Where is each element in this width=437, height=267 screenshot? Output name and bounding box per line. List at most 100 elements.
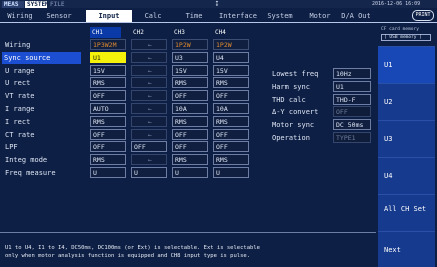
status-bar: MEAS SYSTEM FILE ⭥ 2016-12-06 16:09 [0,0,437,8]
setting-cell[interactable]: 15V [213,65,249,76]
row-label: CT rate [5,131,35,139]
setting-cell[interactable]: ← [131,52,167,63]
usb-memory-label: [ USB memory ] [381,34,431,41]
setting-value[interactable]: DC 50ms [333,119,371,130]
function-key-2[interactable]: U2 [378,83,435,120]
function-key-4[interactable]: U4 [378,157,435,194]
tab-time[interactable]: Time [180,10,208,22]
setting-cell[interactable]: OFF [213,129,249,140]
setting-cell[interactable]: U [172,167,208,178]
row-label: Sync source [2,52,81,64]
setting-cell[interactable]: ← [131,116,167,127]
setting-cell[interactable]: OFF [90,129,126,140]
row-label: U rect [5,79,31,87]
setting-cell[interactable]: 10A [213,103,249,114]
setting-cell[interactable]: 10A [172,103,208,114]
setting-cell[interactable]: RMS [90,77,126,88]
function-key-1[interactable]: U1 [378,46,435,83]
setting-cell[interactable]: ← [131,90,167,101]
setting-cell[interactable]: 1P3W2M [90,39,126,50]
tab-system[interactable]: System [264,10,296,22]
setting-cell[interactable]: AUTO [90,103,126,114]
row-label: Integ mode [5,156,48,164]
datetime: 2016-12-06 16:09 [372,1,421,7]
setting-cell[interactable]: 15V [90,65,126,76]
setting-cell[interactable]: OFF [172,129,208,140]
setting-cell[interactable]: ← [131,39,167,50]
tab-motor[interactable]: Motor [305,10,335,22]
storage-selector[interactable]: CF card memory [ USB memory ] [378,25,435,45]
tab-bar: Wiring Sensor Input Calc Time Interface … [0,9,437,23]
help-line: only when motor analysis function is equ… [5,253,251,259]
channel-header: CH1 [90,27,121,38]
row-label: I range [5,105,35,113]
setting-cell[interactable]: 1P2W [172,39,208,50]
setting-value[interactable]: TYPE1 [333,132,371,143]
setting-cell[interactable]: RMS [90,116,126,127]
setting-cell[interactable]: OFF [213,141,249,152]
setting-cell[interactable]: RMS [172,154,208,165]
usb-icon: ⭥ [215,0,219,8]
setting-cell[interactable]: OFF [131,141,167,152]
tab-wiring[interactable]: Wiring [2,10,38,22]
channel-header: CH3 [174,29,185,36]
setting-cell[interactable]: U [213,167,249,178]
function-key-3[interactable]: U3 [378,120,435,157]
channel-header: CH2 [133,29,144,36]
setting-cell[interactable]: RMS [213,77,249,88]
setting-cell[interactable]: OFF [172,141,208,152]
setting-cell[interactable]: ← [131,77,167,88]
tab-input[interactable]: Input [86,10,132,22]
tab-sensor[interactable]: Sensor [41,10,77,22]
setting-cell[interactable]: U4 [213,52,249,63]
setting-cell[interactable]: 1P2W [213,39,249,50]
channel-header: CH4 [215,29,226,36]
setting-value[interactable]: 10Hz [333,68,371,79]
help-line: U1 to U4, I1 to I4, DC50ms, DC100ms (or … [5,245,260,251]
setting-cell[interactable]: RMS [172,77,208,88]
system-mode-button[interactable]: SYSTEM [25,1,49,8]
setting-cell[interactable]: RMS [213,154,249,165]
setting-cell[interactable]: ← [131,129,167,140]
print-icon[interactable]: PRINT [412,10,434,21]
row-label: U range [5,67,35,75]
setting-value[interactable]: OFF [333,106,371,117]
setting-value[interactable]: THD-F [333,94,371,105]
row-label: Wiring [5,41,31,49]
tab-calc[interactable]: Calc [138,10,168,22]
setting-label: THD calc [272,96,306,104]
setting-cell[interactable]: RMS [90,154,126,165]
setting-cell[interactable]: OFF [172,90,208,101]
setting-cell[interactable]: RMS [172,116,208,127]
help-message: U1 to U4, I1 to I4, DC50ms, DC100ms (or … [0,232,376,267]
setting-cell[interactable]: ← [131,154,167,165]
cf-card-label: CF card memory [381,27,419,32]
tab-interface[interactable]: Interface [214,10,262,22]
setting-label: Operation [272,134,310,142]
setting-label: Δ-Y convert [272,108,319,116]
row-label: LPF [5,143,18,151]
setting-cell[interactable]: U [131,167,167,178]
setting-cell[interactable]: ← [131,65,167,76]
tab-da-out[interactable]: D/A Out [339,10,373,22]
setting-cell[interactable]: U1 [90,52,126,63]
setting-cell[interactable]: OFF [90,141,126,152]
file-mode-button[interactable]: FILE [48,1,68,8]
screen: MEAS SYSTEM FILE ⭥ 2016-12-06 16:09 Wiri… [0,0,437,267]
setting-cell[interactable]: ← [131,103,167,114]
row-label: VT rate [5,92,35,100]
meas-mode-button[interactable]: MEAS [2,1,24,8]
row-label: Freq measure [5,169,56,177]
setting-label: Lowest freq [272,70,319,78]
function-key-5[interactable]: All CH Set [378,194,435,231]
setting-cell[interactable]: OFF [213,90,249,101]
setting-cell[interactable]: RMS [213,116,249,127]
setting-cell[interactable]: 15V [172,65,208,76]
setting-label: Harm sync [272,83,310,91]
setting-cell[interactable]: OFF [90,90,126,101]
setting-cell[interactable]: U [90,167,126,178]
setting-cell[interactable]: U3 [172,52,208,63]
row-label: I rect [5,118,31,126]
setting-value[interactable]: U1 [333,81,371,92]
function-key-6[interactable]: Next [378,231,435,267]
